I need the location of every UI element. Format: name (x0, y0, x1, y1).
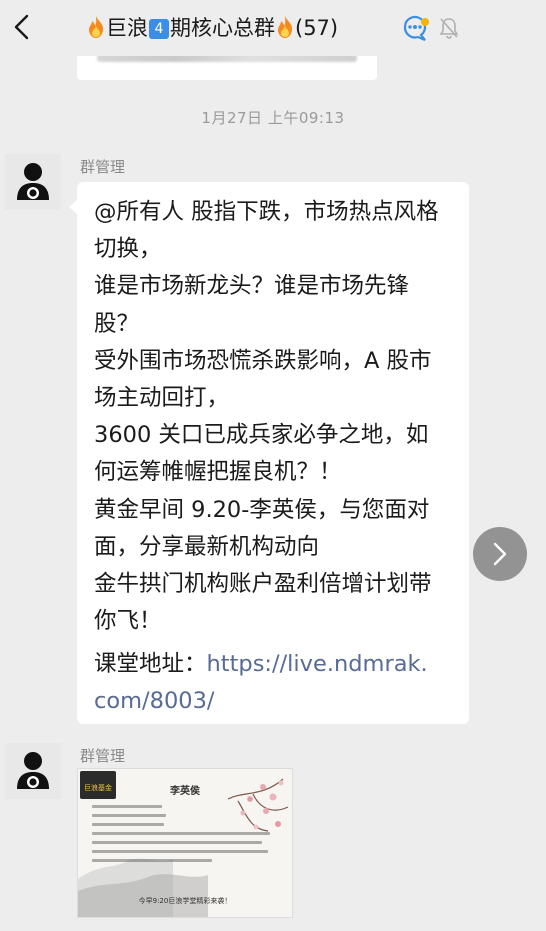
classroom-link-line: 课堂地址：https://live.ndmrak. com/8003/ (94, 646, 454, 720)
search-chat-icon[interactable] (401, 14, 431, 42)
poster-caption: 今早9:20巨浪学堂精彩来袭！ (138, 897, 232, 905)
mute-bell-icon[interactable] (438, 16, 460, 40)
back-button[interactable] (8, 12, 38, 42)
poster-text-line (92, 805, 162, 808)
member-count: (57) (295, 16, 339, 40)
sender-name: 群管理 (80, 747, 126, 765)
avatar[interactable] (5, 154, 61, 210)
poster-text-line (92, 814, 166, 817)
poster-text-line (92, 832, 270, 835)
avatar[interactable] (5, 743, 61, 799)
user-avatar-icon (17, 752, 49, 789)
user-avatar-icon (17, 163, 49, 200)
fire-emoji-icon (278, 16, 292, 38)
chat-title: 巨浪 4 期核心总群 (57) (86, 13, 338, 43)
number-badge-icon: 4 (149, 19, 169, 39)
message-text: @所有人 股指下跌，市场热点风格 切换， 谁是市场新龙头？谁是市场先锋 股？ 受… (94, 199, 439, 635)
image-message[interactable]: 巨浪基金 李英侯 今早9:20巨浪学堂精彩来袭！ (77, 768, 293, 918)
poster-text-line (92, 850, 268, 853)
sender-name: 群管理 (80, 158, 126, 176)
message-bubble[interactable]: @所有人 股指下跌，市场热点风格 切换， 谁是市场新龙头？谁是市场先锋 股？ 受… (69, 182, 469, 724)
back-icon (14, 14, 29, 40)
poster-text-line (92, 841, 262, 844)
poster-text-line (92, 823, 164, 826)
title-main: 期核心总群 (170, 16, 275, 40)
chevron-right-icon (493, 542, 507, 566)
poster-name: 李英侯 (170, 786, 200, 797)
chat-header: 巨浪 4 期核心总群 (57) (0, 0, 546, 56)
title-prefix: 巨浪 (106, 16, 148, 40)
poster-text-line (92, 859, 212, 862)
fire-emoji-icon (89, 16, 103, 38)
message-timestamp: 1月27日 上午09:13 (201, 109, 345, 127)
next-button[interactable] (473, 527, 527, 581)
link-label: 课堂地址： (94, 651, 207, 677)
